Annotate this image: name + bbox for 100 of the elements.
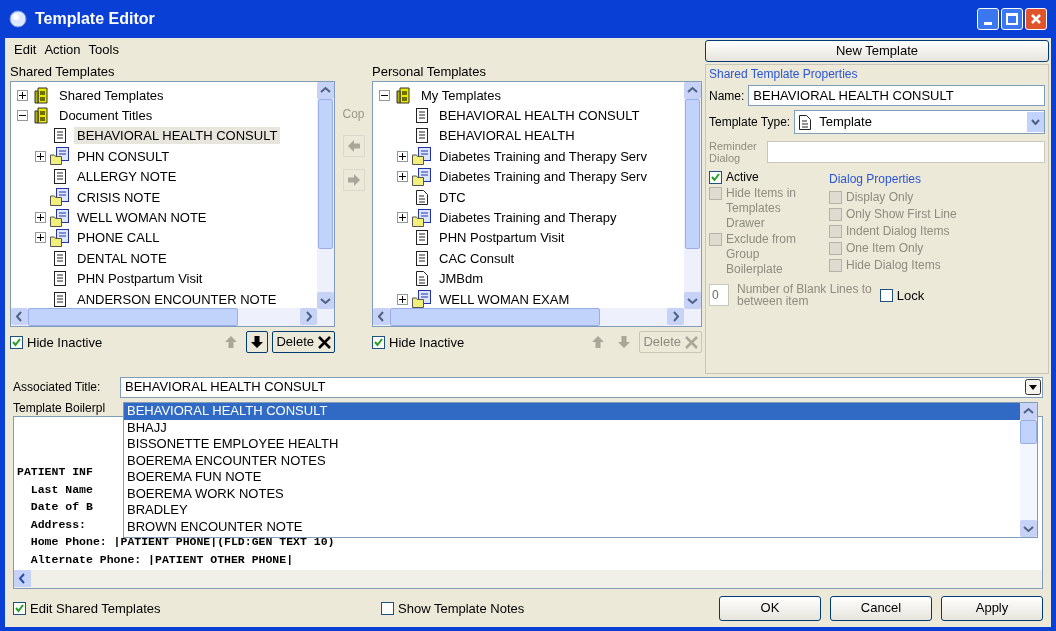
- new-template-button[interactable]: New Template: [705, 40, 1049, 62]
- number-field: 0: [709, 284, 729, 306]
- folder-document-icon: [50, 208, 70, 227]
- dropdown-option[interactable]: BEHAVIORAL HEALTH CONSULT: [124, 403, 1020, 420]
- tree-item[interactable]: PHN Postpartum Visit: [436, 229, 568, 247]
- dialog-button[interactable]: OK: [719, 595, 821, 621]
- tree-item[interactable]: ANDERSON ENCOUNTER NOTE: [74, 290, 280, 308]
- horizontal-scrollbar[interactable]: [11, 308, 334, 326]
- document-icon: [416, 108, 428, 124]
- tree-item[interactable]: PHN Postpartum Visit: [74, 270, 206, 288]
- expand-icon[interactable]: [17, 89, 28, 101]
- dropdown-option[interactable]: BHAJJ: [124, 419, 1020, 436]
- dropdown-option[interactable]: BRADLEY: [124, 502, 1020, 519]
- tree-item[interactable]: BEHAVIORAL HEALTH: [436, 127, 578, 145]
- checkbox-label: Edit Shared Templates: [30, 600, 161, 616]
- collapse-icon[interactable]: [379, 89, 390, 101]
- close-icon: [685, 335, 698, 349]
- field-label: Number of Blank Lines to: [737, 283, 872, 295]
- scroll-down-icon[interactable]: [684, 292, 701, 309]
- checkbox-label: Active: [726, 170, 759, 185]
- vertical-scrollbar[interactable]: [1020, 403, 1037, 537]
- checkbox[interactable]: [10, 335, 23, 349]
- move-down-button[interactable]: [246, 331, 269, 353]
- scroll-down-icon[interactable]: [317, 292, 334, 309]
- expand-icon[interactable]: [397, 171, 408, 183]
- document-icon: [54, 271, 66, 287]
- folder-document-icon: [412, 167, 432, 186]
- checkbox[interactable]: [372, 335, 385, 349]
- dropdown-option[interactable]: BOEREMA ENCOUNTER NOTES: [124, 452, 1020, 469]
- close-button[interactable]: [1025, 8, 1047, 30]
- scroll-left-icon[interactable]: [373, 308, 390, 325]
- scroll-thumb[interactable]: [1020, 420, 1037, 444]
- vertical-scrollbar[interactable]: [317, 82, 334, 309]
- horizontal-scrollbar[interactable]: [373, 308, 701, 326]
- tree-item[interactable]: WELL WOMAN NOTE: [74, 209, 210, 227]
- expand-icon[interactable]: [35, 150, 46, 162]
- checkbox-label: Display Only: [846, 190, 914, 205]
- section-heading: Shared Template Properties: [709, 66, 859, 83]
- expand-icon[interactable]: [35, 212, 46, 224]
- dialog-button[interactable]: Cancel: [830, 595, 932, 621]
- dropdown-list[interactable]: BEHAVIORAL HEALTH CONSULT BHAJJ BISSONETTE EMPLOYEE HEALTH BOEREMA ENCOUNTER NOTES BOEREMA FUN NOTE BOEREMA WORK NOTES BRADLEY BROWN ENCOUNTER NOTE: [123, 402, 1038, 538]
- dropdown-option[interactable]: BROWN ENCOUNTER NOTE: [124, 518, 1020, 535]
- tree-item[interactable]: Diabetes Training and Therapy: [436, 209, 620, 227]
- minimize-button[interactable]: [977, 8, 999, 30]
- collapse-icon[interactable]: [17, 110, 28, 122]
- expand-icon[interactable]: [35, 232, 46, 244]
- tree-item[interactable]: My Templates: [418, 86, 504, 104]
- tree-item[interactable]: ALLERGY NOTE: [74, 168, 180, 186]
- tree-item[interactable]: Diabetes Training and Therapy Serv: [436, 147, 650, 165]
- tree-item[interactable]: DTC: [436, 188, 469, 206]
- checkbox[interactable]: [709, 171, 722, 184]
- tree-view[interactable]: Shared Templates Document Titles BEHAVIORAL HEALTH CONSULT PHN CONSULT ALLERGY NOTE CRISIS NOTE WELL WOMAN NOTE PHONE CALL DENTAL NOTE PHN Postpartum Visit ANDERSON ENCOUNTER NOTE: [10, 81, 335, 327]
- scroll-up-icon[interactable]: [684, 82, 701, 99]
- tree-item[interactable]: BEHAVIORAL HEALTH CONSULT: [436, 107, 643, 125]
- scroll-down-icon[interactable]: [1020, 520, 1037, 537]
- folder-document-icon: [50, 188, 70, 207]
- tree-item[interactable]: Document Titles: [56, 107, 156, 125]
- checkbox-label: Show Template Notes: [398, 600, 525, 616]
- associated-title-dropdown[interactable]: BEHAVIORAL HEALTH CONSULT: [120, 376, 1043, 398]
- tree-item[interactable]: Diabetes Training and Therapy Serv: [436, 168, 650, 186]
- tree-item[interactable]: CRISIS NOTE: [74, 188, 164, 206]
- scroll-left-icon[interactable]: [14, 570, 31, 587]
- dropdown-option[interactable]: BISSONETTE EMPLOYEE HEALTH: [124, 436, 1020, 453]
- scroll-right-icon[interactable]: [667, 308, 684, 325]
- vertical-scrollbar[interactable]: [684, 82, 701, 309]
- expand-icon[interactable]: [397, 293, 408, 305]
- menu-item[interactable]: Action: [44, 40, 81, 60]
- delete-button[interactable]: Delete: [272, 331, 335, 353]
- arrow-down-icon: [617, 335, 632, 349]
- tree-item[interactable]: PHONE CALL: [74, 229, 163, 247]
- dialog-button[interactable]: Apply: [941, 595, 1043, 621]
- tree-item[interactable]: PHN CONSULT: [74, 147, 173, 165]
- tree-item[interactable]: BEHAVIORAL HEALTH CONSULT: [74, 127, 281, 145]
- menu-item[interactable]: Tools: [88, 40, 119, 60]
- dropdown-option[interactable]: BOEREMA FUN NOTE: [124, 469, 1020, 486]
- field-label: Template Boilerpl: [13, 400, 106, 416]
- tree-item[interactable]: Shared Templates: [56, 86, 167, 104]
- checkbox[interactable]: [381, 601, 394, 615]
- tree-item[interactable]: CAC Consult: [436, 249, 518, 267]
- folder-document-icon: [50, 228, 70, 247]
- tree-item[interactable]: JMBdm: [436, 270, 487, 288]
- scroll-left-icon[interactable]: [11, 308, 28, 325]
- template-type-dropdown[interactable]: Template: [794, 110, 1045, 134]
- expand-icon[interactable]: [397, 212, 408, 224]
- scroll-up-icon[interactable]: [1020, 403, 1037, 420]
- document-icon: [54, 250, 66, 266]
- scroll-up-icon[interactable]: [317, 82, 334, 99]
- tree-item[interactable]: WELL WOMAN EXAM: [436, 290, 573, 308]
- close-icon: [318, 335, 331, 349]
- menu-item[interactable]: Edit: [14, 40, 37, 60]
- maximize-button[interactable]: [1001, 8, 1023, 30]
- checkbox[interactable]: [879, 288, 893, 302]
- name-field[interactable]: BEHAVIORAL HEALTH CONSULT: [748, 85, 1045, 106]
- dropdown-option[interactable]: BOEREMA WORK NOTES: [124, 485, 1020, 502]
- checkbox-label: Hide Inactive: [389, 334, 465, 350]
- checkbox[interactable]: [13, 601, 26, 615]
- scroll-right-icon[interactable]: [300, 308, 317, 325]
- expand-icon[interactable]: [397, 150, 408, 162]
- tree-view[interactable]: [372, 81, 702, 327]
- tree-item[interactable]: DENTAL NOTE: [74, 249, 170, 267]
